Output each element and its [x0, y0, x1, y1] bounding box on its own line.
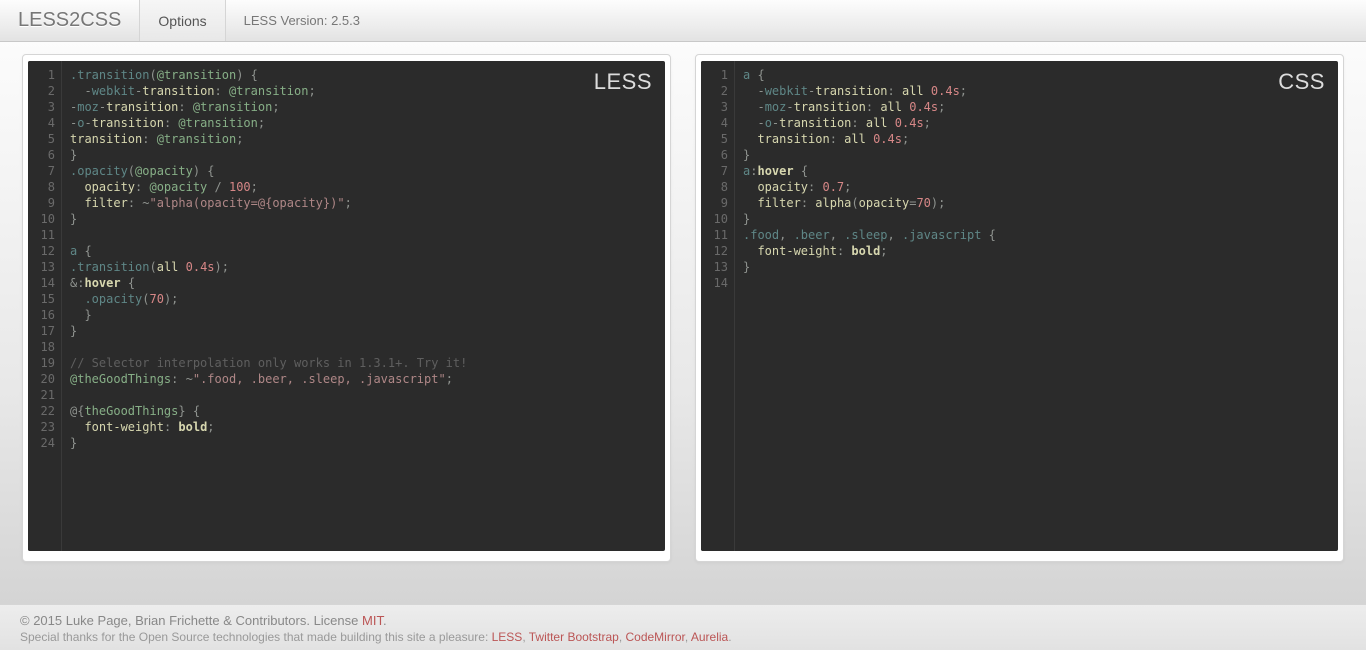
- footer-link[interactable]: CodeMirror: [625, 630, 684, 644]
- footer-thanks-suffix: .: [728, 630, 731, 644]
- footer-link[interactable]: Twitter Bootstrap: [529, 630, 619, 644]
- css-editor[interactable]: 1234567891011121314 a { -webkit-transiti…: [701, 61, 1338, 551]
- workspace: LESS 12345678910111213141516171819202122…: [0, 42, 1366, 574]
- less-editor[interactable]: 123456789101112131415161718192021222324 …: [28, 61, 665, 551]
- less-gutter: 123456789101112131415161718192021222324: [28, 61, 62, 551]
- css-panel: CSS 1234567891011121314 a { -webkit-tran…: [695, 54, 1344, 562]
- brand-title: LESS2CSS: [0, 0, 139, 41]
- footer-link[interactable]: Aurelia: [691, 630, 728, 644]
- footer: © 2015 Luke Page, Brian Frichette & Cont…: [0, 604, 1366, 650]
- css-code[interactable]: a { -webkit-transition: all 0.4s; -moz-t…: [735, 61, 1004, 551]
- footer-thanks: Special thanks for the Open Source techn…: [20, 630, 1346, 644]
- top-bar: LESS2CSS Options LESS Version: 2.5.3: [0, 0, 1366, 42]
- footer-copyright-text: © 2015 Luke Page, Brian Frichette & Cont…: [20, 613, 362, 628]
- footer-link[interactable]: LESS: [492, 630, 523, 644]
- license-link[interactable]: MIT: [362, 613, 383, 628]
- version-label: LESS Version: 2.5.3: [226, 0, 378, 41]
- options-button[interactable]: Options: [139, 0, 225, 41]
- less-panel: LESS 12345678910111213141516171819202122…: [22, 54, 671, 562]
- footer-copyright-suffix: .: [383, 613, 387, 628]
- footer-copyright: © 2015 Luke Page, Brian Frichette & Cont…: [20, 613, 1346, 628]
- css-gutter: 1234567891011121314: [701, 61, 735, 551]
- footer-thanks-text: Special thanks for the Open Source techn…: [20, 630, 492, 644]
- less-code[interactable]: .transition(@transition) { -webkit-trans…: [62, 61, 475, 551]
